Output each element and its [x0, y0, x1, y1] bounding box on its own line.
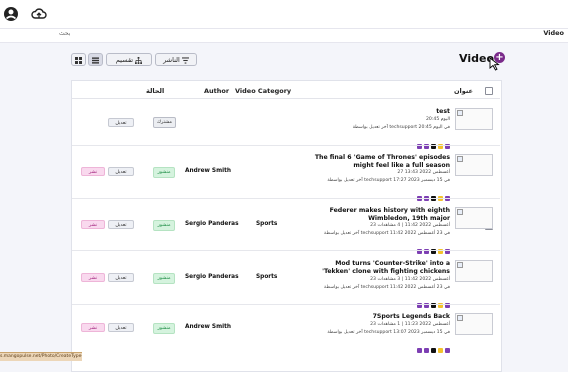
video-last-modified: آخر تعديل بواسطة techsupport في 23 أغسطس… [324, 231, 450, 236]
row-badges [415, 293, 450, 308]
video-title[interactable]: The final 6 'Game of Thrones' episodes m… [310, 154, 450, 170]
row-divider [72, 145, 500, 146]
breadcrumb-current: Video [543, 29, 564, 37]
video-title[interactable]: Federer makes history with eighth Wimble… [310, 207, 450, 223]
status-badge: منشور [153, 273, 175, 284]
row-divider [72, 250, 500, 251]
search-link[interactable]: بحث [59, 30, 70, 37]
row-divider [72, 304, 500, 305]
video-thumbnail[interactable] [455, 207, 493, 229]
video-thumbnail[interactable] [455, 154, 493, 176]
split-button[interactable]: تقسيم [106, 53, 152, 66]
author-name: Sergio Panderas [185, 274, 239, 280]
video-last-modified: آخر تعديل بواسطة techsupport في 23 أغسطس… [324, 285, 450, 290]
author-name: Andrew Smith [185, 168, 232, 174]
video-last-modified: آخر تعديل بواسطة techsupport في اليوم 20… [352, 125, 450, 130]
cloud-upload-icon[interactable] [31, 6, 47, 22]
video-date: 23 أغسطس 2022 11:42 | 4 مشاهدات [370, 223, 450, 228]
row-badges [415, 338, 450, 353]
select-all-checkbox[interactable] [485, 87, 493, 95]
status-badge: مشترك [153, 117, 176, 128]
video-last-modified: آخر تعديل بواسطة techsupport في 15 ديسمب… [327, 178, 450, 183]
edit-button[interactable]: تعديل [108, 167, 134, 176]
row-badges [415, 239, 450, 254]
column-header-author: Author [204, 87, 230, 95]
edit-button[interactable]: تعديل [108, 323, 134, 332]
filter-lines-icon [181, 56, 189, 64]
video-date: 27 أغسطس 2022 13:43 [397, 170, 450, 175]
list-view-button[interactable] [88, 53, 103, 66]
video-thumbnail[interactable] [455, 313, 493, 335]
video-date: 23 أغسطس 2022 11:23 | 1 مشاهدات [370, 322, 450, 327]
edit-button[interactable]: تعديل [108, 220, 134, 229]
status-badge: منشور [153, 323, 175, 334]
video-thumbnail[interactable] [455, 260, 493, 282]
author-name: Sergio Panderas [185, 221, 239, 227]
folder-icon [438, 348, 443, 353]
row-badges [415, 186, 450, 201]
tag-icon [424, 348, 429, 353]
video-date: اليوم 20:45 [426, 117, 450, 122]
edit-button[interactable]: تعديل [108, 273, 134, 282]
video-category: Sports [256, 221, 278, 227]
video-thumbnail[interactable] [455, 108, 493, 130]
publish-button[interactable]: نشر [81, 220, 105, 229]
user-circle-icon[interactable] [3, 6, 19, 22]
hierarchy-icon [135, 56, 143, 64]
column-header-category: Video Category [235, 87, 292, 95]
publisher-label: الناشر [163, 56, 180, 64]
publish-button[interactable]: نشر [81, 167, 105, 176]
row-badges [415, 134, 450, 149]
camera-icon [431, 348, 436, 353]
path-bar: بحث Video [0, 28, 568, 43]
grid-icon [75, 56, 82, 64]
publish-button[interactable]: نشر [81, 323, 105, 332]
video-title[interactable]: 7Sports Legends Back [310, 313, 450, 321]
split-label: تقسيم [115, 56, 134, 64]
list-icon [92, 56, 99, 64]
publisher-filter-button[interactable]: الناشر [155, 53, 197, 66]
video-date: 23 أغسطس 2022 11:42 | 3 مشاهدات [370, 277, 450, 282]
video-title[interactable]: test [310, 108, 450, 116]
author-name: Andrew Smith [185, 324, 232, 330]
row-divider [72, 198, 500, 199]
grid-view-button[interactable] [71, 53, 86, 66]
column-header-title: عنوان [454, 87, 473, 95]
publish-button[interactable]: نشر [81, 273, 105, 282]
header-divider [72, 98, 500, 99]
video-title[interactable]: Mod turns 'Counter-Strike' into a 'Tekke… [310, 260, 450, 276]
column-header-status: الحالة [146, 87, 165, 95]
status-badge: منشور [153, 220, 175, 231]
mouse-cursor-icon [489, 57, 500, 71]
edit-button[interactable]: تعديل [108, 118, 134, 127]
top-bar [0, 0, 568, 28]
video-last-modified: آخر تعديل بواسطة techsupport في 15 ديسمب… [327, 330, 450, 335]
video-type-icon [417, 348, 422, 353]
video-category: Sports [256, 274, 278, 280]
document-icon [445, 348, 450, 353]
status-badge: منشور [153, 167, 175, 178]
